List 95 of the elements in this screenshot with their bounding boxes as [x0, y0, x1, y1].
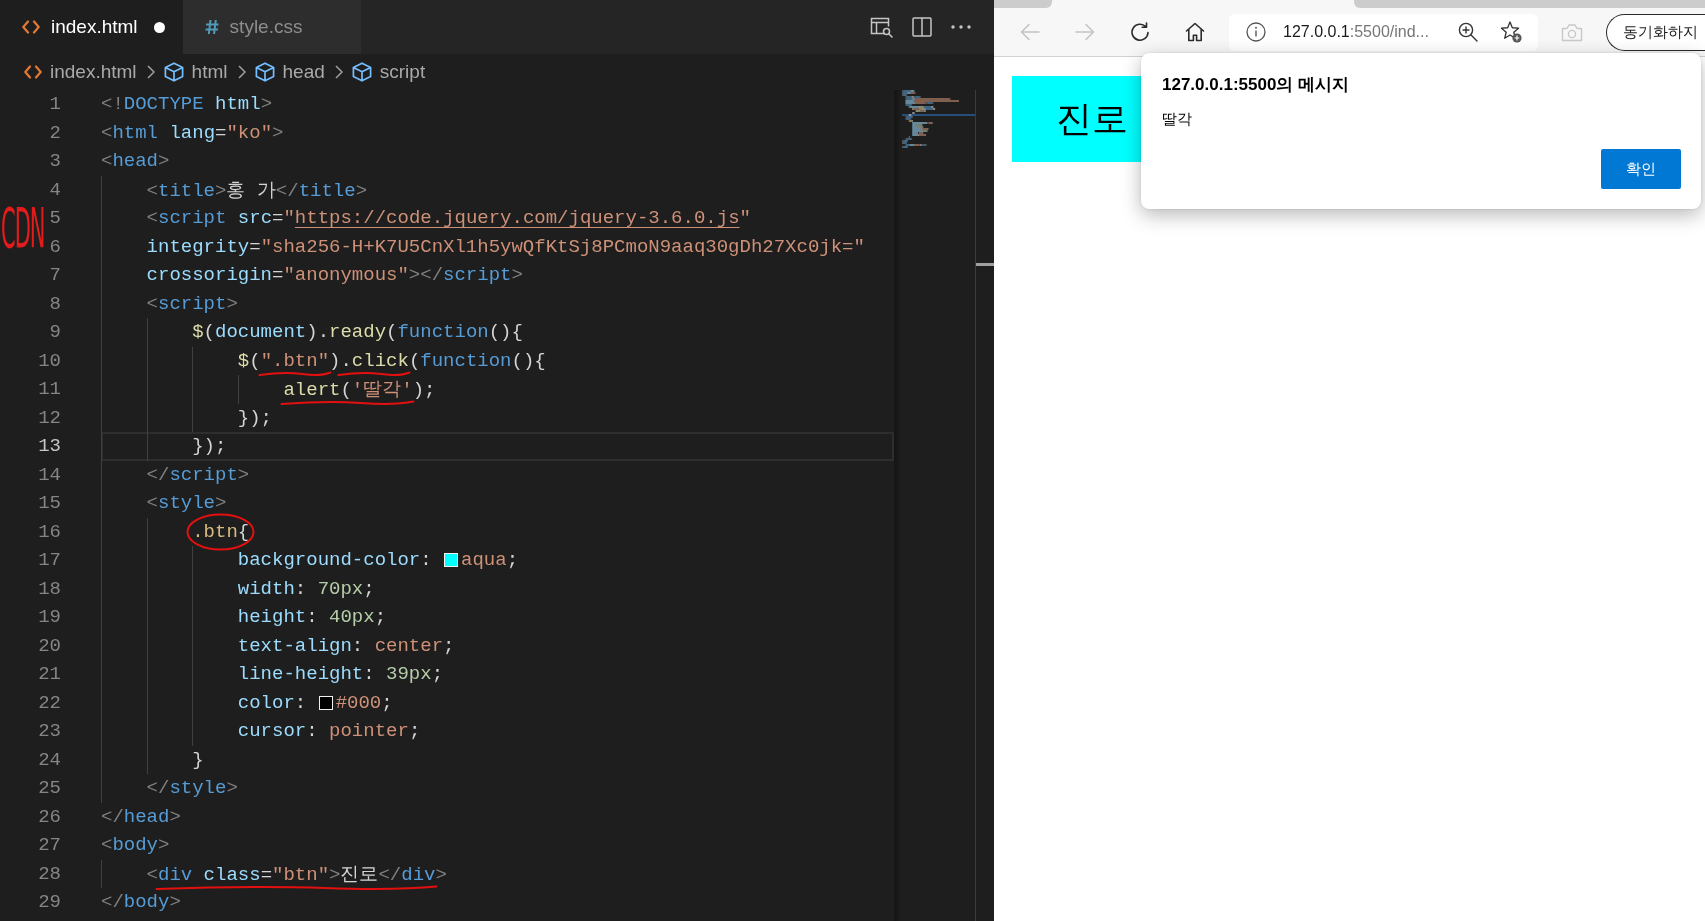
line-number: 19: [38, 606, 61, 629]
dialog-title: 127.0.0.1:5500의 메시지: [1162, 74, 1351, 96]
refresh-icon[interactable]: [1129, 22, 1150, 42]
code-line: $(".btn").click(function(){: [237, 349, 546, 372]
code-text: aqua;: [461, 549, 519, 572]
code-line: line-height: 39px;: [237, 663, 444, 686]
code-text: color:: [237, 691, 308, 714]
chevron-right-icon: [146, 65, 155, 79]
line-number: 21: [38, 663, 61, 686]
code-line: integrity="sha256-H+K7U5CnXl1h5ywQfKtSj8PCmoN9aaq30gDh27Xc0jk=": [146, 235, 865, 258]
line-number: 27: [38, 834, 61, 857]
line-number: 2: [49, 121, 61, 144]
code-line: <title>홍 가</title>: [146, 178, 368, 203]
breadcrumb-item[interactable]: head: [254, 61, 325, 83]
breadcrumb-item[interactable]: html: [163, 61, 228, 83]
editor-tab[interactable]: style.css: [182, 0, 361, 54]
code-line: <script src="https://code.jquery.com/jquery-3.6.0.js": [146, 207, 751, 230]
code-line: </body>: [101, 891, 181, 914]
annotation-circle: [186, 512, 256, 551]
chevron-right-icon: [334, 65, 343, 79]
hash-icon: [204, 19, 219, 35]
line-number: 23: [38, 720, 61, 743]
code-line: </script>: [146, 463, 250, 486]
line-number: 8: [49, 292, 61, 315]
line-number: 6: [49, 235, 61, 258]
code-line: });: [237, 406, 273, 429]
line-number: 1: [49, 93, 61, 116]
line-number: 20: [38, 634, 61, 657]
code-line: <script>: [146, 292, 238, 315]
line-number: 16: [38, 520, 61, 543]
code-line: height: 40px;: [237, 606, 387, 629]
more-icon[interactable]: [951, 25, 971, 29]
line-number: 5: [49, 207, 61, 230]
indent-guide: [237, 375, 239, 404]
code-line: <div class="btn">진로</div>: [146, 862, 447, 887]
code-line: });: [192, 435, 227, 458]
handwritten-note: CDN: [1, 202, 45, 258]
star-plus-icon[interactable]: [1500, 21, 1522, 43]
code-line: <html lang="ko">: [101, 121, 284, 144]
code-line: </head>: [101, 805, 181, 828]
code-line: <!DOCTYPE html>: [101, 93, 273, 116]
code-text: #000;: [335, 691, 393, 714]
cube-icon: [163, 62, 184, 82]
breadcrumb-item[interactable]: index.html: [24, 61, 137, 83]
code-line: alert('딸각');: [283, 378, 436, 403]
ruler-cursor-marker: [976, 263, 994, 266]
line-number: 14: [38, 463, 61, 486]
line-number: 3: [49, 150, 61, 173]
code-line: cursor: pointer;: [237, 720, 421, 743]
code-text: background-color:: [237, 549, 433, 572]
code-line: }: [192, 748, 204, 771]
line-number: 22: [38, 691, 61, 714]
info-icon[interactable]: [1246, 22, 1266, 42]
line-number: 12: [38, 406, 61, 429]
code-line: <body>: [101, 834, 170, 857]
cube-icon: [254, 62, 275, 82]
editor-tab[interactable]: index.html: [0, 0, 183, 54]
line-number: 24: [38, 748, 61, 771]
address-bar[interactable]: 127.0.0.1:5500/ind...: [1229, 13, 1538, 51]
line-number: 28: [38, 862, 61, 885]
window-search-icon[interactable]: [870, 16, 893, 38]
code-line: </style>: [146, 777, 238, 800]
line-number: 7: [49, 264, 61, 287]
page-button[interactable]: 진로: [1012, 76, 1141, 162]
dialog-message: 딸각: [1162, 110, 1193, 129]
line-number: 10: [38, 349, 61, 372]
code-line: text-align: center;: [237, 634, 455, 657]
cube-icon: [351, 62, 372, 82]
line-number: 25: [38, 777, 61, 800]
home-icon[interactable]: [1184, 22, 1205, 42]
code-line: width: 70px;: [237, 577, 375, 600]
line-number: 4: [49, 178, 61, 201]
line-number: 9: [49, 321, 61, 344]
line-number: 29: [38, 891, 61, 914]
code-line: crossorigin="anonymous"></script>: [146, 264, 523, 287]
split-editor-icon[interactable]: [912, 17, 932, 37]
code-icon: [24, 65, 42, 79]
indent-guide: [101, 859, 102, 888]
line-number: 15: [38, 492, 61, 515]
zoom-in-icon[interactable]: [1458, 22, 1478, 42]
code-line: <style>: [146, 492, 227, 515]
code-icon: [22, 20, 40, 34]
line-number: 26: [38, 805, 61, 828]
code-line: <head>: [101, 150, 170, 173]
code-line: .btn{: [192, 520, 250, 543]
line-number: 17: [38, 549, 61, 572]
url-text: 127.0.0.1:5500/ind...: [1283, 23, 1429, 41]
line-number: 13: [38, 435, 61, 458]
line-number: 11: [38, 378, 61, 401]
chevron-right-icon: [237, 65, 246, 79]
line-number: 18: [38, 577, 61, 600]
code-line: $(document).ready(function(){: [192, 321, 523, 344]
breadcrumb-item[interactable]: script: [351, 61, 426, 83]
sync-button[interactable]: 동기화하지: [1606, 13, 1705, 51]
confirm-button[interactable]: 확인: [1601, 149, 1681, 189]
